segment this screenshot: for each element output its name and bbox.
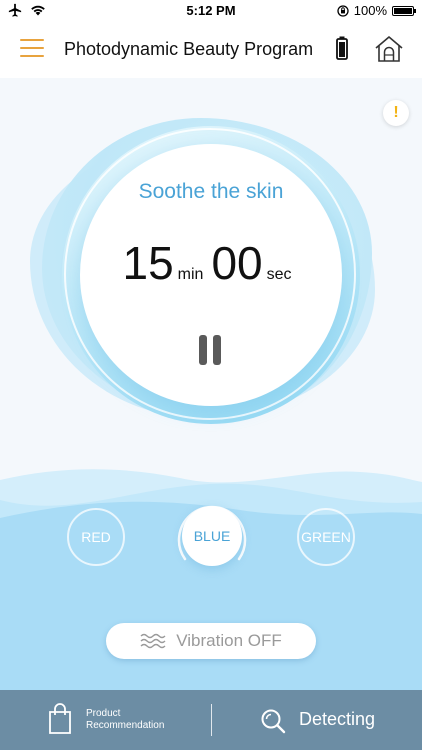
status-bar: 5:12 PM 100% xyxy=(0,0,422,22)
menu-icon[interactable] xyxy=(20,39,44,59)
product-label-line2: Recommendation xyxy=(86,720,165,731)
page-title: Photodynamic Beauty Program xyxy=(64,39,314,59)
timer-minutes-unit: min xyxy=(177,266,204,283)
search-icon xyxy=(261,709,286,734)
product-recommendation-button[interactable]: Product Recommendation xyxy=(0,690,210,750)
product-recommendation-label: Product Recommendation xyxy=(86,708,196,732)
blue-light-button[interactable]: BLUE xyxy=(182,506,242,566)
status-right: 100% xyxy=(337,3,416,18)
countdown-timer: 15 min 00 sec xyxy=(80,236,342,290)
vibration-toggle[interactable]: Vibration OFF xyxy=(106,623,316,659)
app-header: Photodynamic Beauty Program xyxy=(0,22,422,78)
mode-label: Soothe the skin xyxy=(138,180,284,203)
orientation-lock-icon xyxy=(337,4,349,17)
red-light-button[interactable]: RED xyxy=(67,508,125,566)
home-icon[interactable] xyxy=(374,35,404,63)
pause-button[interactable] xyxy=(199,335,223,365)
vibration-label: Vibration OFF xyxy=(176,631,282,650)
main-area: ! Soothe the skin 15 min 00 sec RED BLUE GR… xyxy=(0,78,422,690)
timer-minutes: 15 xyxy=(122,237,174,289)
bottom-bar: Product Recommendation Detecting xyxy=(0,690,422,750)
warning-icon[interactable]: ! xyxy=(383,100,409,126)
detecting-button[interactable]: Detecting xyxy=(212,690,422,750)
detecting-label: Detecting xyxy=(299,709,376,729)
green-light-button[interactable]: GREEN xyxy=(297,508,355,566)
timer-seconds-unit: sec xyxy=(266,266,292,283)
product-label-line1: Product xyxy=(86,708,121,719)
shopping-bag-icon xyxy=(49,703,71,734)
battery-icon xyxy=(392,5,416,16)
device-battery-icon xyxy=(336,36,348,60)
battery-percent: 100% xyxy=(353,3,387,18)
timer-seconds: 00 xyxy=(211,237,263,289)
wave-icon xyxy=(140,633,166,649)
